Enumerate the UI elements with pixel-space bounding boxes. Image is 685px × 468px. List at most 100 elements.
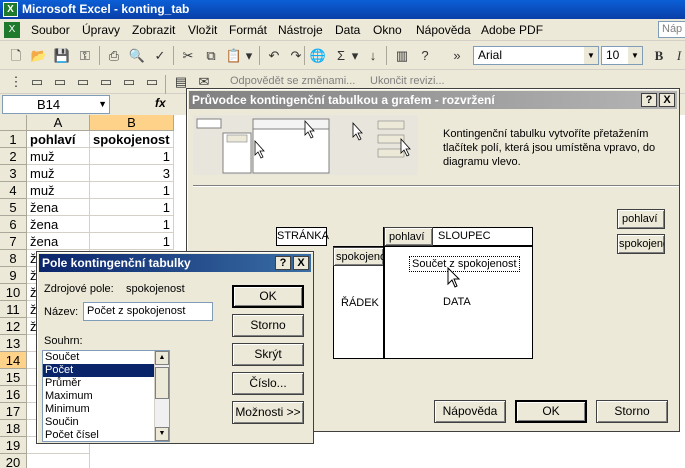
table-cell[interactable]: žena [27, 199, 90, 216]
summary-option[interactable]: Maximum [43, 390, 169, 403]
row-header[interactable]: 7 [0, 233, 27, 250]
options-button[interactable]: Možnosti >> [232, 401, 304, 424]
summary-option-selected[interactable]: Počet [43, 364, 169, 377]
hide-button[interactable]: Skrýt [232, 343, 304, 366]
insert-function-icon[interactable]: fx [155, 96, 166, 110]
field-button-spokojenost[interactable]: spokojenost [617, 234, 665, 254]
menu-okno[interactable]: Okno [373, 23, 402, 37]
data-field-soucet[interactable]: Součet z spokojenost [409, 256, 520, 272]
toolbar-options-icon[interactable]: » [448, 47, 466, 64]
row-header[interactable]: 9 [0, 267, 27, 284]
bold-button[interactable]: B [650, 47, 668, 64]
close-button[interactable]: X [659, 93, 675, 107]
paste-icon[interactable]: 📋 [225, 47, 243, 64]
autosum-icon[interactable]: Σ [332, 47, 350, 64]
wizard-ok-button[interactable]: OK [515, 400, 587, 423]
menu-zobrazit[interactable]: Zobrazit [132, 23, 175, 37]
row-header[interactable]: 5 [0, 199, 27, 216]
chevron-down-icon[interactable]: ▼ [628, 47, 642, 64]
font-size-select[interactable]: 10 ▼ [601, 46, 643, 65]
menu-soubor[interactable]: Soubor [31, 23, 70, 37]
row-header[interactable]: 14 [0, 352, 27, 369]
menu-napoveda[interactable]: Nápověda [416, 23, 471, 37]
column-header-b[interactable]: B [90, 115, 174, 131]
menu-format[interactable]: Formát [229, 23, 267, 37]
table-cell[interactable]: 1 [90, 233, 174, 250]
list-scrollbar[interactable]: ▲ ▼ [154, 351, 169, 441]
row-header[interactable]: 2 [0, 148, 27, 165]
menu-vlozit[interactable]: Vložit [188, 23, 217, 37]
name-input[interactable]: Počet z spokojenost [83, 302, 213, 321]
chevron-down-icon[interactable]: ▼ [584, 47, 598, 64]
table-cell[interactable]: pohlaví [27, 131, 90, 148]
table-cell[interactable]: žena [27, 216, 90, 233]
number-format-button[interactable]: Číslo... [232, 372, 304, 395]
menu-adobe-pdf[interactable]: Adobe PDF [481, 23, 543, 37]
office-assistant-icon[interactable]: ? [416, 47, 434, 64]
table-cell[interactable]: žena [27, 233, 90, 250]
row-header[interactable]: 12 [0, 318, 27, 335]
table-cell[interactable]: 1 [90, 199, 174, 216]
summary-option[interactable]: Součet [43, 351, 169, 364]
table-cell[interactable]: 1 [90, 182, 174, 199]
chevron-down-icon[interactable]: ▼ [98, 96, 107, 113]
table-cell[interactable]: muž [27, 165, 90, 182]
print-preview-icon[interactable]: 🔍 [128, 47, 146, 64]
row-header[interactable]: 3 [0, 165, 27, 182]
table-cell[interactable]: 1 [90, 148, 174, 165]
open-icon[interactable]: 📂 [30, 47, 48, 64]
summary-option[interactable]: Součin [43, 416, 169, 429]
delete-comment-icon[interactable]: ▭ [143, 73, 161, 90]
print-icon[interactable]: ⎙ [105, 47, 123, 64]
font-name-select[interactable]: Arial ▼ [473, 46, 599, 65]
menu-data[interactable]: Data [335, 23, 360, 37]
table-cell[interactable]: muž [27, 182, 90, 199]
table-cell[interactable] [27, 454, 90, 468]
summary-listbox[interactable]: Součet Počet Průměr Maximum Minimum Souč… [42, 350, 170, 442]
next-comment-icon[interactable]: ▭ [97, 73, 115, 90]
select-all-corner[interactable] [0, 115, 27, 131]
row-field-spokojenost[interactable]: spokojenost [333, 247, 384, 266]
row-header[interactable]: 10 [0, 284, 27, 301]
row-header[interactable]: 18 [0, 420, 27, 437]
table-cell[interactable]: 1 [90, 216, 174, 233]
summary-option[interactable]: Počet čísel [43, 429, 169, 442]
paste-dropdown-icon[interactable]: ▾ [244, 47, 254, 64]
row-header[interactable]: 13 [0, 335, 27, 352]
table-cell[interactable]: 3 [90, 165, 174, 182]
undo-icon[interactable]: ↶ [265, 47, 283, 64]
scroll-up-icon[interactable]: ▲ [155, 351, 169, 365]
hyperlink-icon[interactable]: 🌐 [309, 47, 327, 64]
sort-ascending-icon[interactable]: ↓ [364, 47, 382, 64]
field-cancel-button[interactable]: Storno [232, 314, 304, 337]
scroll-down-icon[interactable]: ▼ [155, 427, 169, 441]
autosum-dropdown-icon[interactable]: ▾ [350, 47, 360, 64]
wizard-cancel-button[interactable]: Storno [596, 400, 668, 423]
row-header[interactable]: 11 [0, 301, 27, 318]
wizard-help-button[interactable]: Nápověda [434, 400, 506, 423]
end-review-button[interactable]: Ukončit revizi... [370, 75, 445, 87]
insert-comment-icon[interactable]: ▭ [28, 73, 46, 90]
column-area[interactable]: pohlaví SLOUPEC [383, 227, 533, 246]
copy-icon[interactable]: ⧉ [202, 47, 220, 64]
table-cell[interactable]: muž [27, 148, 90, 165]
show-comments-icon[interactable]: ▭ [120, 73, 138, 90]
menu-upravy[interactable]: Úpravy [82, 23, 120, 37]
row-header[interactable]: 16 [0, 386, 27, 403]
data-area[interactable]: Součet z spokojenost DATA [383, 246, 533, 359]
close-button[interactable]: X [293, 256, 309, 270]
column-header-a[interactable]: A [27, 115, 90, 131]
help-button[interactable]: ? [641, 93, 657, 107]
name-box[interactable]: B14 ▼ [2, 95, 110, 114]
row-header[interactable]: 6 [0, 216, 27, 233]
row-header[interactable]: 20 [0, 454, 27, 468]
spelling-icon[interactable]: ✓ [151, 47, 169, 64]
help-button[interactable]: ? [275, 256, 291, 270]
scroll-thumb[interactable] [155, 367, 169, 399]
summary-option[interactable]: Minimum [43, 403, 169, 416]
new-icon[interactable]: 🗋 [7, 47, 25, 64]
workbook-icon[interactable]: X [4, 22, 20, 38]
redo-icon[interactable]: ↷ [287, 47, 305, 64]
row-header[interactable]: 19 [0, 437, 27, 454]
edit-comment-icon[interactable]: ▭ [51, 73, 69, 90]
